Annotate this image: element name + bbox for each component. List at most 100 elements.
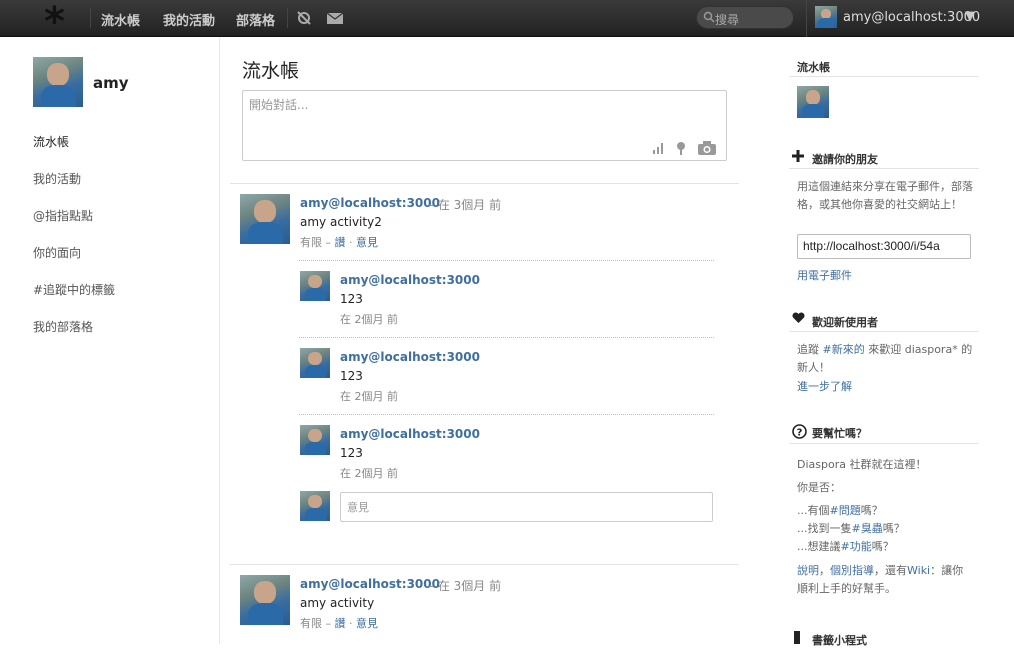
diaspora-logo[interactable]: * bbox=[44, 2, 65, 42]
comment-author[interactable]: amy@localhost:3000 bbox=[340, 427, 480, 441]
invite-text: 用這個連結來分享在電子郵件，部落格，或其他你喜愛的社交網站上！ bbox=[797, 180, 973, 211]
user-name: amy@localhost:3000 bbox=[843, 10, 981, 25]
learn-more-link[interactable]: 進一步了解 bbox=[797, 378, 852, 394]
divider bbox=[789, 168, 979, 169]
help-q2-post: 嗎？ bbox=[882, 522, 905, 535]
mail-icon[interactable] bbox=[326, 9, 344, 27]
nav-my-activity[interactable]: 我的活動 bbox=[163, 10, 215, 29]
comment-text: 123 bbox=[340, 446, 363, 460]
question-tag-link[interactable]: #問題 bbox=[830, 504, 861, 517]
like-link[interactable]: 讚 bbox=[335, 236, 346, 249]
sidebar-item-stream[interactable]: 流水帳 bbox=[33, 133, 69, 150]
poll-icon[interactable] bbox=[652, 142, 664, 154]
comment-text: 123 bbox=[340, 369, 363, 383]
wiki-link[interactable]: Wiki bbox=[907, 564, 930, 577]
plus-icon bbox=[792, 150, 804, 162]
divider bbox=[90, 8, 91, 28]
comment-text: 123 bbox=[340, 292, 363, 306]
sidebar-item-my-blog[interactable]: 我的部落格 bbox=[33, 318, 93, 335]
divider bbox=[789, 331, 979, 332]
sidebar-item-aspects[interactable]: 你的面向 bbox=[33, 244, 81, 261]
comment-avatar bbox=[300, 491, 330, 521]
contact-avatar[interactable] bbox=[797, 86, 829, 118]
nav-stream[interactable]: 流水帳 bbox=[101, 10, 140, 29]
tutorials-link[interactable]: 個別指導 bbox=[830, 564, 874, 577]
profile-avatar[interactable] bbox=[33, 57, 83, 107]
comment-author[interactable]: amy@localhost:3000 bbox=[340, 273, 480, 287]
divider bbox=[299, 337, 714, 338]
notifications-icon[interactable] bbox=[295, 9, 313, 27]
bookmark-icon bbox=[794, 631, 800, 644]
visibility-label[interactable]: 有限 bbox=[300, 236, 322, 249]
post-text: amy activity2 bbox=[300, 215, 382, 229]
post-actions: 有限 – 讚 · 意見 bbox=[300, 617, 378, 630]
post-text: amy activity bbox=[300, 596, 375, 610]
post-time: – 在 3個月 前 bbox=[428, 579, 502, 593]
like-link[interactable]: 讚 bbox=[335, 617, 346, 630]
invite-url-field[interactable]: http://localhost:3000/i/54a bbox=[797, 234, 971, 259]
search-field[interactable]: 搜尋 bbox=[696, 6, 794, 29]
comment-time[interactable]: 在 2個月 前 bbox=[340, 388, 398, 404]
help-feature: ...想建議#功能嗎？ bbox=[797, 538, 894, 556]
divider bbox=[789, 443, 979, 444]
chevron-down-icon[interactable]: ▼ bbox=[965, 9, 975, 24]
post-composer[interactable]: 開始對話... bbox=[242, 90, 727, 161]
comment-avatar[interactable] bbox=[300, 271, 330, 301]
invite-heading: 邀請你的朋友 bbox=[812, 153, 878, 166]
search-input[interactable]: 搜尋 bbox=[715, 11, 739, 28]
new-tag-link[interactable]: #新來的 bbox=[823, 343, 865, 356]
post-author[interactable]: amy@localhost:3000 bbox=[300, 196, 440, 210]
post-timestamp[interactable]: 在 3個月 前 bbox=[438, 579, 501, 593]
post-timestamp[interactable]: 在 3個月 前 bbox=[438, 198, 501, 212]
help-bug: ...找到一隻#臭蟲嗎？ bbox=[797, 520, 905, 538]
help-link[interactable]: 說明 bbox=[797, 564, 819, 577]
comment-avatar[interactable] bbox=[300, 348, 330, 378]
post-avatar[interactable] bbox=[240, 575, 290, 625]
stream-heading: 流水帳 bbox=[797, 61, 830, 74]
comment-time[interactable]: 在 2個月 前 bbox=[340, 465, 398, 481]
heart-icon bbox=[792, 312, 805, 323]
help-footer: 說明，個別指導，還有Wiki：讓你順利上手的好幫手。 bbox=[797, 562, 973, 598]
bug-tag-link[interactable]: #臭蟲 bbox=[852, 522, 883, 535]
divider bbox=[230, 564, 739, 565]
feature-tag-link[interactable]: #功能 bbox=[841, 540, 872, 553]
sidebar-item-mentions[interactable]: @指指點點 bbox=[33, 207, 93, 224]
welcome-text: 追蹤 #新來的 來歡迎 diaspora* 的新人！ bbox=[797, 341, 975, 377]
help-line-1: Diaspora 社群就在這裡！ bbox=[797, 458, 927, 471]
help-q3-post: 嗎？ bbox=[871, 540, 894, 553]
location-icon[interactable] bbox=[675, 141, 687, 155]
comment-avatar[interactable] bbox=[300, 425, 330, 455]
comment-link[interactable]: 意見 bbox=[356, 236, 378, 249]
divider bbox=[230, 183, 739, 184]
help-q3-pre: ...想建議 bbox=[797, 540, 841, 553]
comment-author[interactable]: amy@localhost:3000 bbox=[340, 350, 480, 364]
user-menu[interactable]: amy@localhost:3000 ▼ bbox=[806, 0, 1014, 37]
sidebar-item-followed-tags[interactable]: #追蹤中的標籤 bbox=[33, 281, 115, 298]
profile-name[interactable]: amy bbox=[93, 74, 129, 92]
search-icon bbox=[703, 11, 715, 23]
help-footer-sep-1: ， bbox=[819, 564, 830, 577]
divider bbox=[789, 76, 979, 77]
svg-text:?: ? bbox=[797, 428, 803, 439]
comment-link[interactable]: 意見 bbox=[356, 617, 378, 630]
post-avatar[interactable] bbox=[240, 194, 290, 244]
help-heading: 要幫忙嗎？ bbox=[812, 427, 867, 440]
visibility-label[interactable]: 有限 bbox=[300, 617, 322, 630]
composer-placeholder: 開始對話... bbox=[249, 98, 309, 112]
question-icon: ? bbox=[792, 424, 807, 439]
invite-email-link[interactable]: 用電子郵件 bbox=[797, 267, 852, 283]
help-q2-pre: ...找到一隻 bbox=[797, 522, 852, 535]
divider bbox=[299, 414, 714, 415]
comment-time[interactable]: 在 2個月 前 bbox=[340, 311, 398, 327]
divider bbox=[299, 260, 714, 261]
sidebar-item-my-activity[interactable]: 我的活動 bbox=[33, 170, 81, 187]
comment-input[interactable]: 意見 bbox=[340, 492, 713, 522]
camera-icon[interactable] bbox=[697, 141, 717, 155]
post-actions: 有限 – 讚 · 意見 bbox=[300, 236, 378, 249]
help-q1-pre: ...有個 bbox=[797, 504, 830, 517]
post-author[interactable]: amy@localhost:3000 bbox=[300, 577, 440, 591]
nav-blog[interactable]: 部落格 bbox=[236, 10, 275, 29]
welcome-pre: 追蹤 bbox=[797, 343, 823, 356]
help-footer-sep-2: ，還有 bbox=[874, 564, 907, 577]
top-bar: * 流水帳 我的活動 部落格 搜尋 amy@localhost:3000 ▼ bbox=[0, 0, 1014, 42]
